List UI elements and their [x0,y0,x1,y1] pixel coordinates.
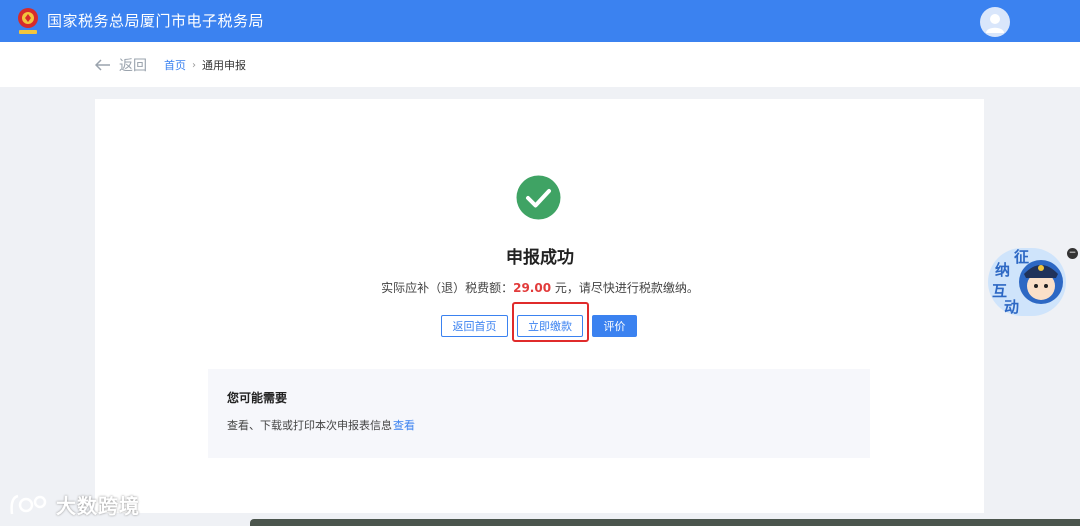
chevron-right-icon: › [192,59,196,71]
close-icon[interactable]: − [1067,248,1078,259]
amount-suffix: 元，请尽快进行税款缴纳。 [551,281,699,295]
sub-nav-bar: 返回 首页 › 通用申报 [0,42,1080,87]
site-title: 国家税务总局厦门市电子税务局 [47,12,265,30]
suggestion-text: 查看、下载或打印本次申报表信息 [227,419,392,432]
widget-char: 纳 [995,261,1010,279]
success-title: 申报成功 [506,248,574,268]
top-header: 国家税务总局厦门市电子税务局 [0,0,1080,42]
amount-message: 实际应补（退）税费额：29.00 元，请尽快进行税款缴纳。 [0,279,1080,296]
amount-prefix: 实际应补（退）税费额： [381,281,514,295]
user-icon [986,14,1004,33]
rate-button[interactable]: 评价 [592,315,637,337]
user-avatar[interactable] [980,7,1010,37]
pay-button-highlight [512,302,589,342]
breadcrumb-home[interactable]: 首页 [164,57,186,73]
return-home-button[interactable]: 返回首页 [441,315,508,337]
assistant-icon: 征 纳 互 动 [988,248,1066,316]
back-button[interactable]: 返回 [95,55,147,75]
watermark-text: 大数跨境 [56,494,140,518]
back-label: 返回 [119,58,147,74]
view-link[interactable]: 查看 [393,417,415,433]
arrow-left-icon [95,59,110,71]
widget-char: 动 [1004,298,1019,316]
success-check-icon [516,175,561,220]
bottom-dock [250,519,1080,526]
watermark-logo-icon [10,494,47,514]
tax-emblem-icon [18,8,38,34]
breadcrumb: 首页 › 通用申报 [164,57,246,73]
user-name[interactable] [1018,13,1058,27]
breadcrumb-current: 通用申报 [202,59,246,72]
interaction-widget[interactable]: 征 纳 互 动 [984,244,1070,320]
widget-char: 征 [1014,248,1029,266]
watermark: 大数跨境 [8,490,140,519]
suggestion-title: 您可能需要 [227,391,288,405]
amount-value: 29.00 [513,281,552,295]
suggestion-panel: 您可能需要 查看、下载或打印本次申报表信息 查看 [208,369,870,458]
